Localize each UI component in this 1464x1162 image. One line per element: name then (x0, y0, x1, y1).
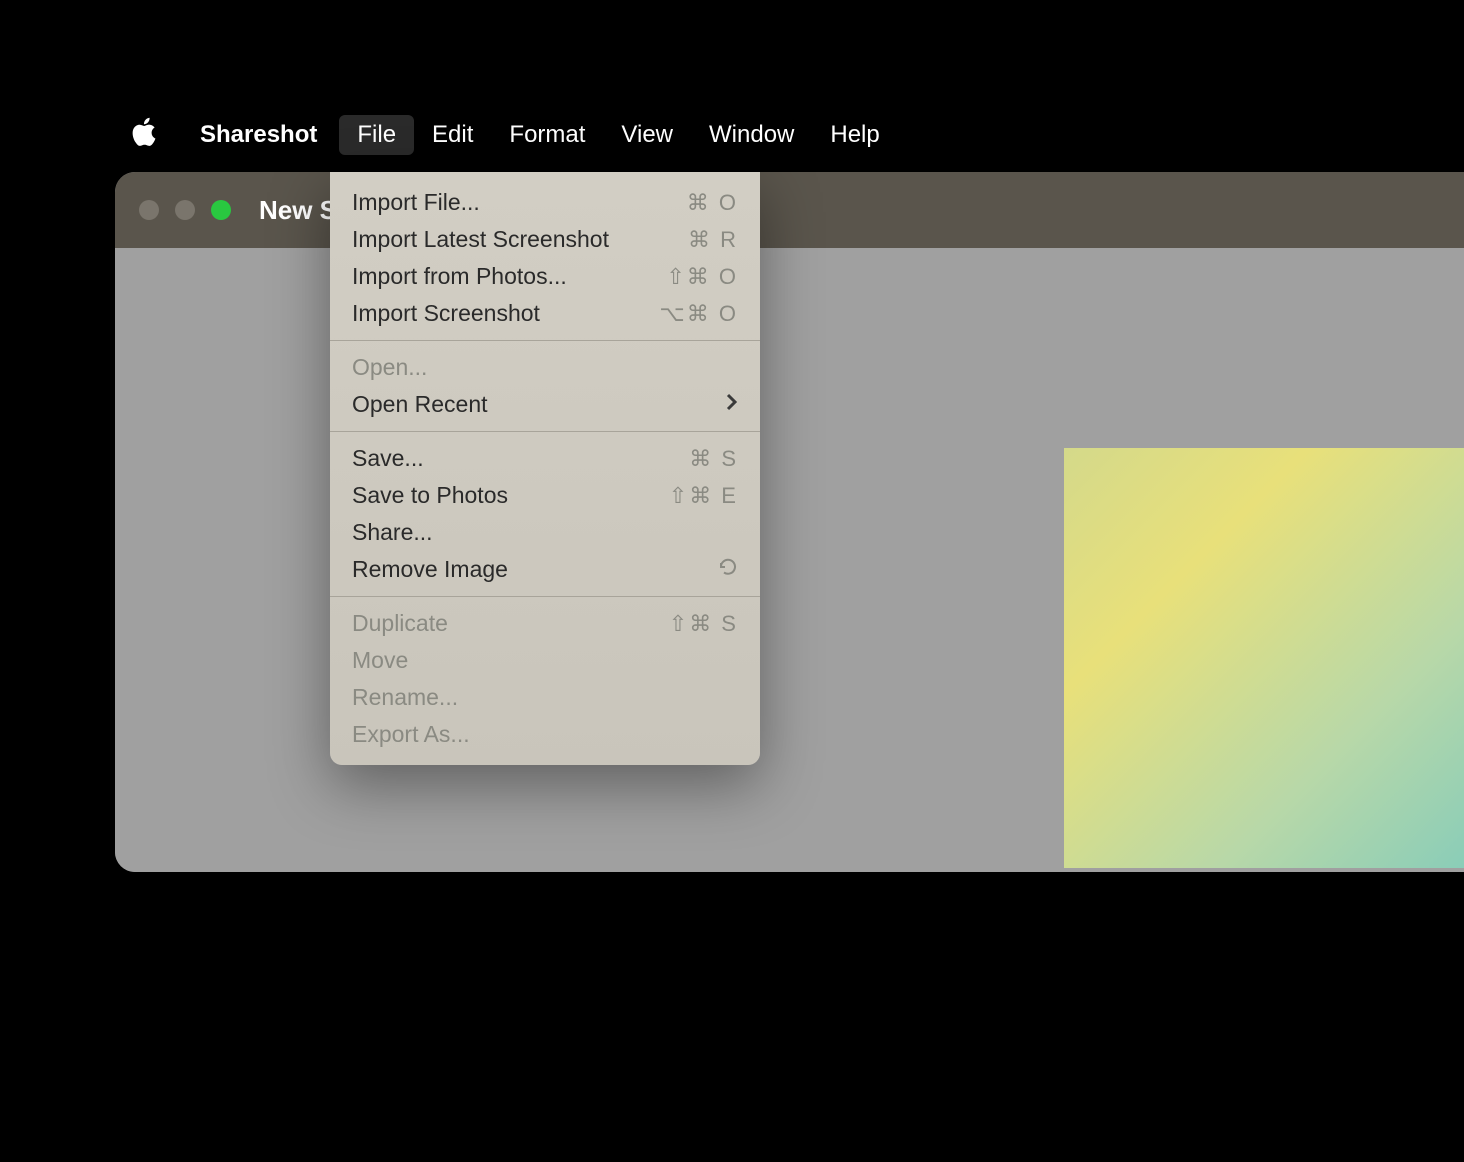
app-window: New S (115, 172, 1464, 872)
file-menu-dropdown: Import File... ⌘ O Import Latest Screens… (330, 172, 760, 765)
minimize-button[interactable] (175, 200, 195, 220)
menu-item-label: Rename... (352, 684, 458, 711)
menu-separator (330, 596, 760, 597)
menu-item-shortcut: ⌥⌘ O (659, 301, 738, 327)
menu-separator (330, 340, 760, 341)
menu-import-screenshot[interactable]: Import Screenshot ⌥⌘ O (330, 295, 760, 332)
window-title: New S (259, 195, 337, 226)
menu-open-recent[interactable]: Open Recent (330, 386, 760, 423)
menu-remove-image[interactable]: Remove Image (330, 551, 760, 588)
menu-item-label: Import Screenshot (352, 300, 540, 327)
menu-item-label: Import from Photos... (352, 263, 567, 290)
maximize-button[interactable] (211, 200, 231, 220)
menu-file[interactable]: File (339, 115, 414, 155)
chevron-right-icon (726, 393, 738, 417)
traffic-lights (139, 200, 231, 220)
menu-view[interactable]: View (603, 115, 691, 155)
undo-icon (718, 557, 738, 583)
menu-import-file[interactable]: Import File... ⌘ O (330, 184, 760, 221)
close-button[interactable] (139, 200, 159, 220)
app-name[interactable]: Shareshot (186, 115, 331, 155)
menu-item-label: Export As... (352, 721, 470, 748)
menu-item-label: Remove Image (352, 556, 508, 583)
menu-import-latest-screenshot[interactable]: Import Latest Screenshot ⌘ R (330, 221, 760, 258)
menu-item-shortcut: ⇧⌘ E (669, 483, 738, 509)
menu-item-label: Move (352, 647, 408, 674)
menu-item-shortcut: ⇧⌘ S (669, 611, 738, 637)
menu-item-label: Share... (352, 519, 433, 546)
menu-help[interactable]: Help (812, 115, 897, 155)
menu-item-label: Duplicate (352, 610, 448, 637)
menu-item-label: Import Latest Screenshot (352, 226, 609, 253)
menu-edit[interactable]: Edit (414, 115, 491, 155)
menu-duplicate: Duplicate ⇧⌘ S (330, 605, 760, 642)
menu-item-label: Import File... (352, 189, 480, 216)
menu-item-label: Save to Photos (352, 482, 508, 509)
canvas-area (115, 248, 1464, 872)
image-preview (1064, 448, 1464, 868)
menu-item-shortcut: ⌘ R (688, 227, 738, 253)
menu-open: Open... (330, 349, 760, 386)
apple-logo-icon[interactable] (130, 117, 156, 153)
menu-item-shortcut: ⇧⌘ O (666, 264, 738, 290)
menu-item-label: Open... (352, 354, 427, 381)
menu-import-from-photos[interactable]: Import from Photos... ⇧⌘ O (330, 258, 760, 295)
menu-item-label: Open Recent (352, 391, 488, 418)
menu-save-to-photos[interactable]: Save to Photos ⇧⌘ E (330, 477, 760, 514)
menu-separator (330, 431, 760, 432)
menu-save[interactable]: Save... ⌘ S (330, 440, 760, 477)
menu-item-shortcut: ⌘ O (687, 190, 738, 216)
menubar: Shareshot File Edit Format View Window H… (130, 115, 898, 155)
menu-item-shortcut: ⌘ S (689, 446, 738, 472)
titlebar: New S (115, 172, 1464, 248)
menu-share[interactable]: Share... (330, 514, 760, 551)
menu-export-as: Export As... (330, 716, 760, 753)
menu-format[interactable]: Format (491, 115, 603, 155)
menu-window[interactable]: Window (691, 115, 812, 155)
menu-item-label: Save... (352, 445, 424, 472)
menu-rename: Rename... (330, 679, 760, 716)
menu-move: Move (330, 642, 760, 679)
